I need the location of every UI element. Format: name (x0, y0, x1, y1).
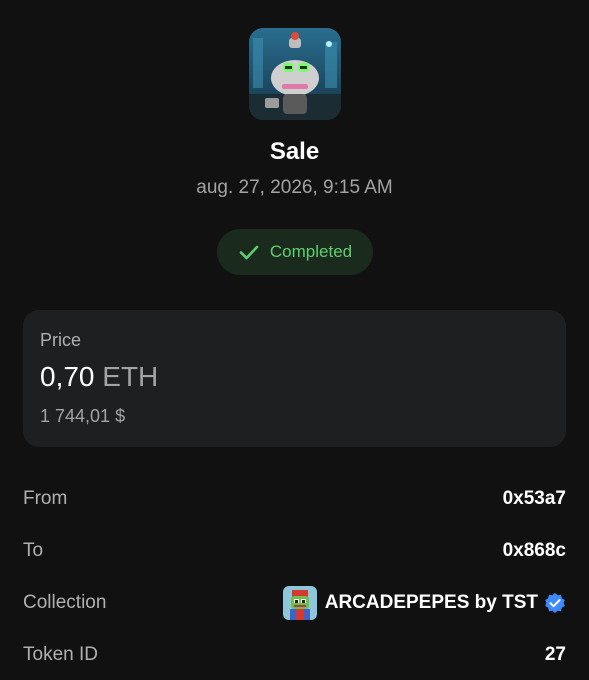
collection-avatar-icon (282, 586, 317, 620)
detail-row-token-id: Token ID 27 (23, 640, 566, 670)
price-label: Price (40, 330, 82, 350)
to-label: To (23, 540, 44, 561)
to-address[interactable]: 0x868c (503, 540, 566, 562)
detail-row-to: To 0x868c (23, 536, 566, 566)
check-icon (239, 245, 259, 260)
detail-row-from: From 0x53a7 (23, 484, 566, 514)
from-address[interactable]: 0x53a7 (503, 488, 566, 510)
price-card: Price 0,70 ETH 1 744,01 $ (23, 310, 566, 447)
collection-name: ARCADEPEPES by TST (324, 592, 538, 613)
price-amount: 0,70 (40, 361, 95, 392)
token-id-value: 27 (544, 644, 566, 665)
token-id-label: Token ID (23, 644, 98, 665)
nft-thumbnail-image (249, 28, 341, 120)
status-text: Completed (269, 242, 353, 261)
price-value: 0,70 ETH (40, 361, 158, 393)
transaction-title: Sale (269, 138, 320, 165)
collection-label: Collection (23, 592, 107, 613)
detail-row-collection: Collection ARCADEPEPES by TST (23, 586, 566, 620)
collection-link[interactable]: ARCADEPEPES by TST (282, 586, 566, 620)
transaction-date: aug. 27, 2026, 9:15 AM (196, 177, 393, 198)
status-badge: Completed (217, 229, 373, 275)
price-fiat-value: 1 744,01 $ (40, 406, 126, 426)
price-unit: ETH (102, 361, 159, 392)
verified-badge-icon (544, 592, 566, 614)
from-label: From (23, 488, 68, 509)
